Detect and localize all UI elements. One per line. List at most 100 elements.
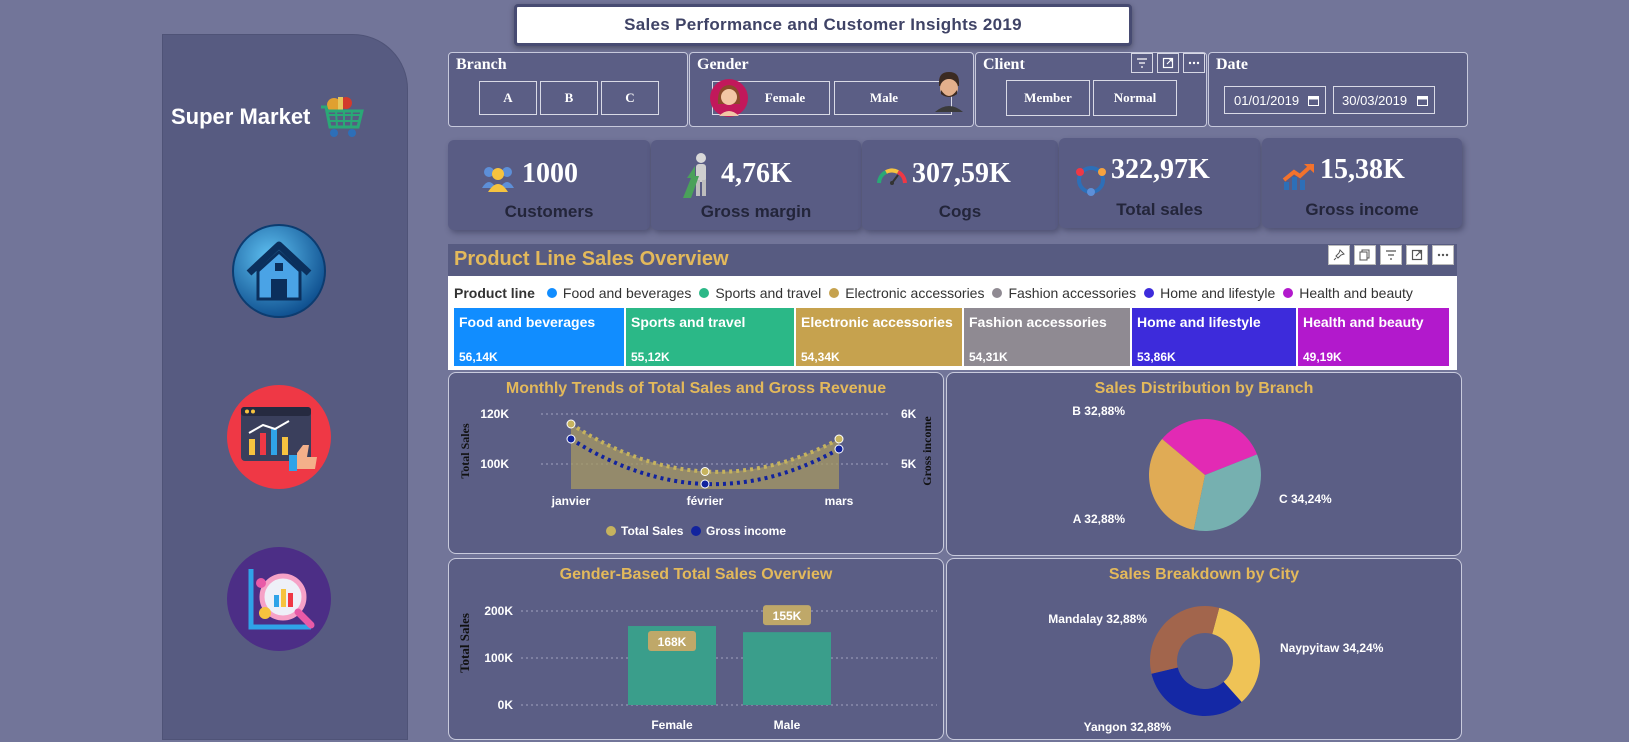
gross-income-point[interactable] — [700, 479, 710, 489]
gross-income-point[interactable] — [834, 444, 844, 454]
treemap-tile[interactable]: Electronic accessories 54,34K — [796, 308, 962, 366]
treemap-tile[interactable]: Fashion accessories 54,31K — [964, 308, 1130, 366]
tile-value: 54,31K — [969, 350, 1008, 364]
more-options-button[interactable] — [1183, 53, 1205, 73]
legend-item[interactable]: Gross income — [706, 524, 786, 538]
treemap-tile[interactable]: Health and beauty 49,19K — [1298, 308, 1449, 366]
pin-button[interactable] — [1328, 245, 1350, 265]
client-option-normal[interactable]: Normal — [1093, 80, 1177, 116]
legend-item[interactable]: Total Sales — [621, 524, 684, 538]
tile-value: 54,34K — [801, 350, 840, 364]
legend-item[interactable]: Electronic accessories — [845, 285, 984, 301]
date-end-input[interactable]: 30/03/2019 — [1333, 86, 1435, 114]
more-options-icon — [1188, 61, 1200, 65]
total-sales-point[interactable] — [700, 467, 710, 476]
branch-option-a[interactable]: A — [479, 81, 537, 115]
client-option-member[interactable]: Member — [1006, 80, 1090, 116]
date-start-value: 01/01/2019 — [1234, 92, 1300, 108]
sales-cycle-icon — [1076, 166, 1106, 196]
focus-mode-button[interactable] — [1406, 245, 1428, 265]
report-title-box: Sales Performance and Customer Insights … — [514, 4, 1132, 46]
legend-item[interactable]: Sports and travel — [715, 285, 821, 301]
branch-slicer-title: Branch — [456, 56, 507, 73]
kpi-card-total-sales: 322,97K Total sales — [1059, 138, 1260, 228]
nav-analysis-button[interactable] — [225, 545, 333, 653]
city-breakdown-title: Sales Breakdown by City — [1108, 566, 1300, 583]
nav-home-button[interactable] — [231, 223, 327, 319]
date-slicer-title: Date — [1216, 56, 1248, 73]
branch-option-b[interactable]: B — [540, 81, 598, 115]
legend-item[interactable]: Health and beauty — [1299, 285, 1413, 301]
donut-slice[interactable] — [1151, 667, 1242, 716]
kpi-card-cogs: 307,59K Cogs — [862, 140, 1058, 230]
legend-marker — [691, 526, 701, 536]
x-tick-label: Female — [651, 718, 693, 732]
donut-slice[interactable] — [1150, 606, 1220, 674]
treemap-tile[interactable]: Home and lifestyle 53,86K — [1132, 308, 1296, 366]
gender-slicer: Gender Female Male — [689, 52, 974, 127]
branch-option-c[interactable]: C — [601, 81, 659, 115]
female-avatar-icon — [710, 79, 748, 117]
branch-pie-chart: B 32,88% C 34,24% A 32,88% — [1072, 404, 1332, 531]
copy-button[interactable] — [1354, 245, 1376, 265]
monthly-trends-title: Monthly Trends of Total Sales and Gross … — [505, 380, 887, 397]
tile-value: 56,14K — [459, 350, 498, 364]
filter-button[interactable] — [1131, 53, 1153, 73]
tile-value: 55,12K — [631, 350, 670, 364]
filter-icon — [1137, 58, 1147, 68]
city-donut-chart: Naypyitaw 34,24% Yangon 32,88% Mandalay 32… — [1048, 606, 1384, 734]
pie-data-label: C 34,24% — [1279, 492, 1332, 506]
tile-name: Health and beauty — [1303, 314, 1424, 330]
legend-marker — [606, 526, 616, 536]
bar-data-label: 168K — [658, 635, 687, 649]
report-icon — [227, 385, 331, 489]
more-options-button[interactable] — [1432, 245, 1454, 265]
y-tick-label: 200K — [484, 604, 513, 618]
legend-item[interactable]: Food and beverages — [563, 285, 691, 301]
legend-item[interactable]: Fashion accessories — [1008, 285, 1136, 301]
monthly-trends-card: Monthly Trends of Total Sales and Gross … — [448, 372, 944, 554]
calendar-icon — [1308, 96, 1319, 106]
branch-slicer: Branch A B C — [448, 52, 688, 127]
date-start-input[interactable]: 01/01/2019 — [1224, 86, 1326, 114]
y-tick-label: 120K — [480, 407, 509, 421]
date-slicer: Date 01/01/2019 30/03/2019 — [1208, 52, 1468, 127]
tile-value: 49,19K — [1303, 350, 1342, 364]
y-axis-label: Total Sales — [457, 613, 472, 673]
kpi-label-gross-margin: Gross margin — [700, 202, 812, 221]
gender-option-male[interactable]: Male — [834, 72, 963, 115]
product-line-legend: Product line Food and beverages Sports a… — [454, 285, 1413, 301]
branch-distribution-card: Sales Distribution by Branch B 32,88% C 3… — [946, 372, 1462, 556]
gender-bar-chart: Total Sales 0K 100K 200K 168K Female 155K Male — [457, 604, 937, 732]
kpi-value-customers: 1000 — [522, 158, 578, 189]
nav-report-button[interactable] — [225, 383, 333, 491]
tile-name: Fashion accessories — [969, 314, 1107, 330]
total-sales-point[interactable] — [566, 419, 576, 429]
monthly-trends-chart: Total Sales Gross income 120K 100K 6K 5K… — [458, 407, 934, 538]
analysis-icon — [227, 547, 331, 651]
gender-option-female[interactable]: Female — [710, 79, 830, 117]
legend-item[interactable]: Home and lifestyle — [1160, 285, 1275, 301]
tile-name: Food and beverages — [459, 314, 596, 330]
gender-option-female-label: Female — [764, 90, 806, 105]
total-sales-point[interactable] — [834, 434, 844, 444]
gross-income-point[interactable] — [566, 434, 576, 444]
donut-data-label: Mandalay 32,88% — [1048, 612, 1147, 626]
treemap-tile[interactable]: Food and beverages 56,14K — [454, 308, 624, 366]
filter-button[interactable] — [1380, 245, 1402, 265]
focus-mode-button[interactable] — [1157, 53, 1179, 73]
growth-person-icon — [683, 153, 706, 198]
kpi-value-cogs: 307,59K — [912, 158, 1011, 189]
filter-icon — [1386, 250, 1396, 260]
legend-dot — [1283, 288, 1294, 298]
bar[interactable] — [743, 632, 831, 705]
tile-value: 53,86K — [1137, 350, 1176, 364]
treemap-tile[interactable]: Sports and travel 55,12K — [626, 308, 794, 366]
kpi-label-gross-income: Gross income — [1305, 200, 1419, 219]
gender-option-male-label: Male — [869, 90, 899, 105]
gender-slicer-title: Gender — [697, 56, 749, 73]
y-tick-label: 100K — [484, 651, 513, 665]
tile-name: Electronic accessories — [801, 314, 953, 330]
kpi-card-gross-income: 15,38K Gross income — [1262, 138, 1462, 228]
y2-tick-label: 6K — [901, 407, 917, 421]
